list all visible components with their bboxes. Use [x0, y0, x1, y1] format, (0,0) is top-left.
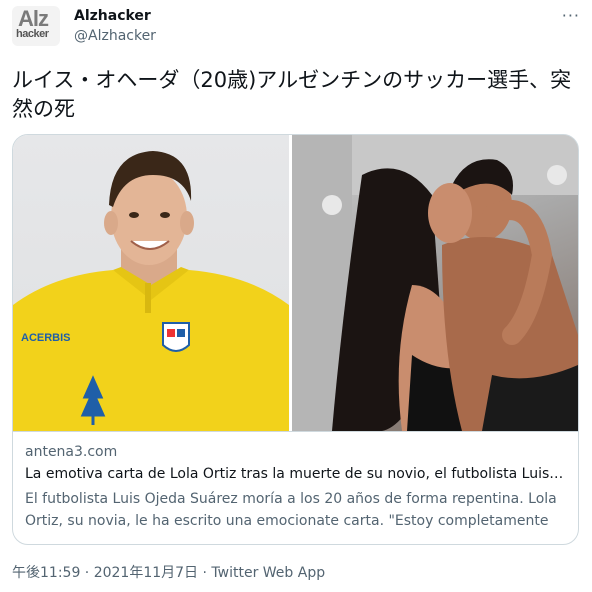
more-icon[interactable]: ··· [562, 6, 580, 25]
link-card[interactable]: ACERBIS antena3.com La emotiva carta de … [12, 134, 579, 545]
avatar[interactable]: Alz hacker [12, 6, 60, 46]
card-domain: antena3.com [25, 444, 118, 460]
tweet-header: Alz hacker Alzhacker @Alzhacker ··· [12, 6, 580, 46]
author-handle[interactable]: @Alzhacker [74, 28, 156, 44]
player-illustration: ACERBIS [13, 151, 289, 431]
avatar-logo-bottom: hacker [16, 28, 49, 40]
player-photo: ACERBIS [13, 135, 289, 431]
couple-illustration [292, 135, 578, 431]
tweet-timestamp[interactable]: 午後11:59 · 2021年11月7日 · Twitter Web App [12, 562, 325, 582]
tweet-text: ルイス・オヘーダ（20歳)アルゼンチンのサッカー選手、突然の死 [12, 68, 572, 121]
card-title: La emotiva carta de Lola Ortiz tras la m… [25, 466, 565, 482]
card-description: El futbolista Luis Ojeda Suárez moría a … [25, 491, 557, 529]
card-meta[interactable]: antena3.com La emotiva carta de Lola Ort… [13, 431, 578, 529]
shirt-text: ACERBIS [21, 332, 71, 344]
card-media[interactable]: ACERBIS [13, 135, 578, 431]
author-name[interactable]: Alzhacker [74, 8, 151, 24]
couple-photo [292, 135, 578, 431]
